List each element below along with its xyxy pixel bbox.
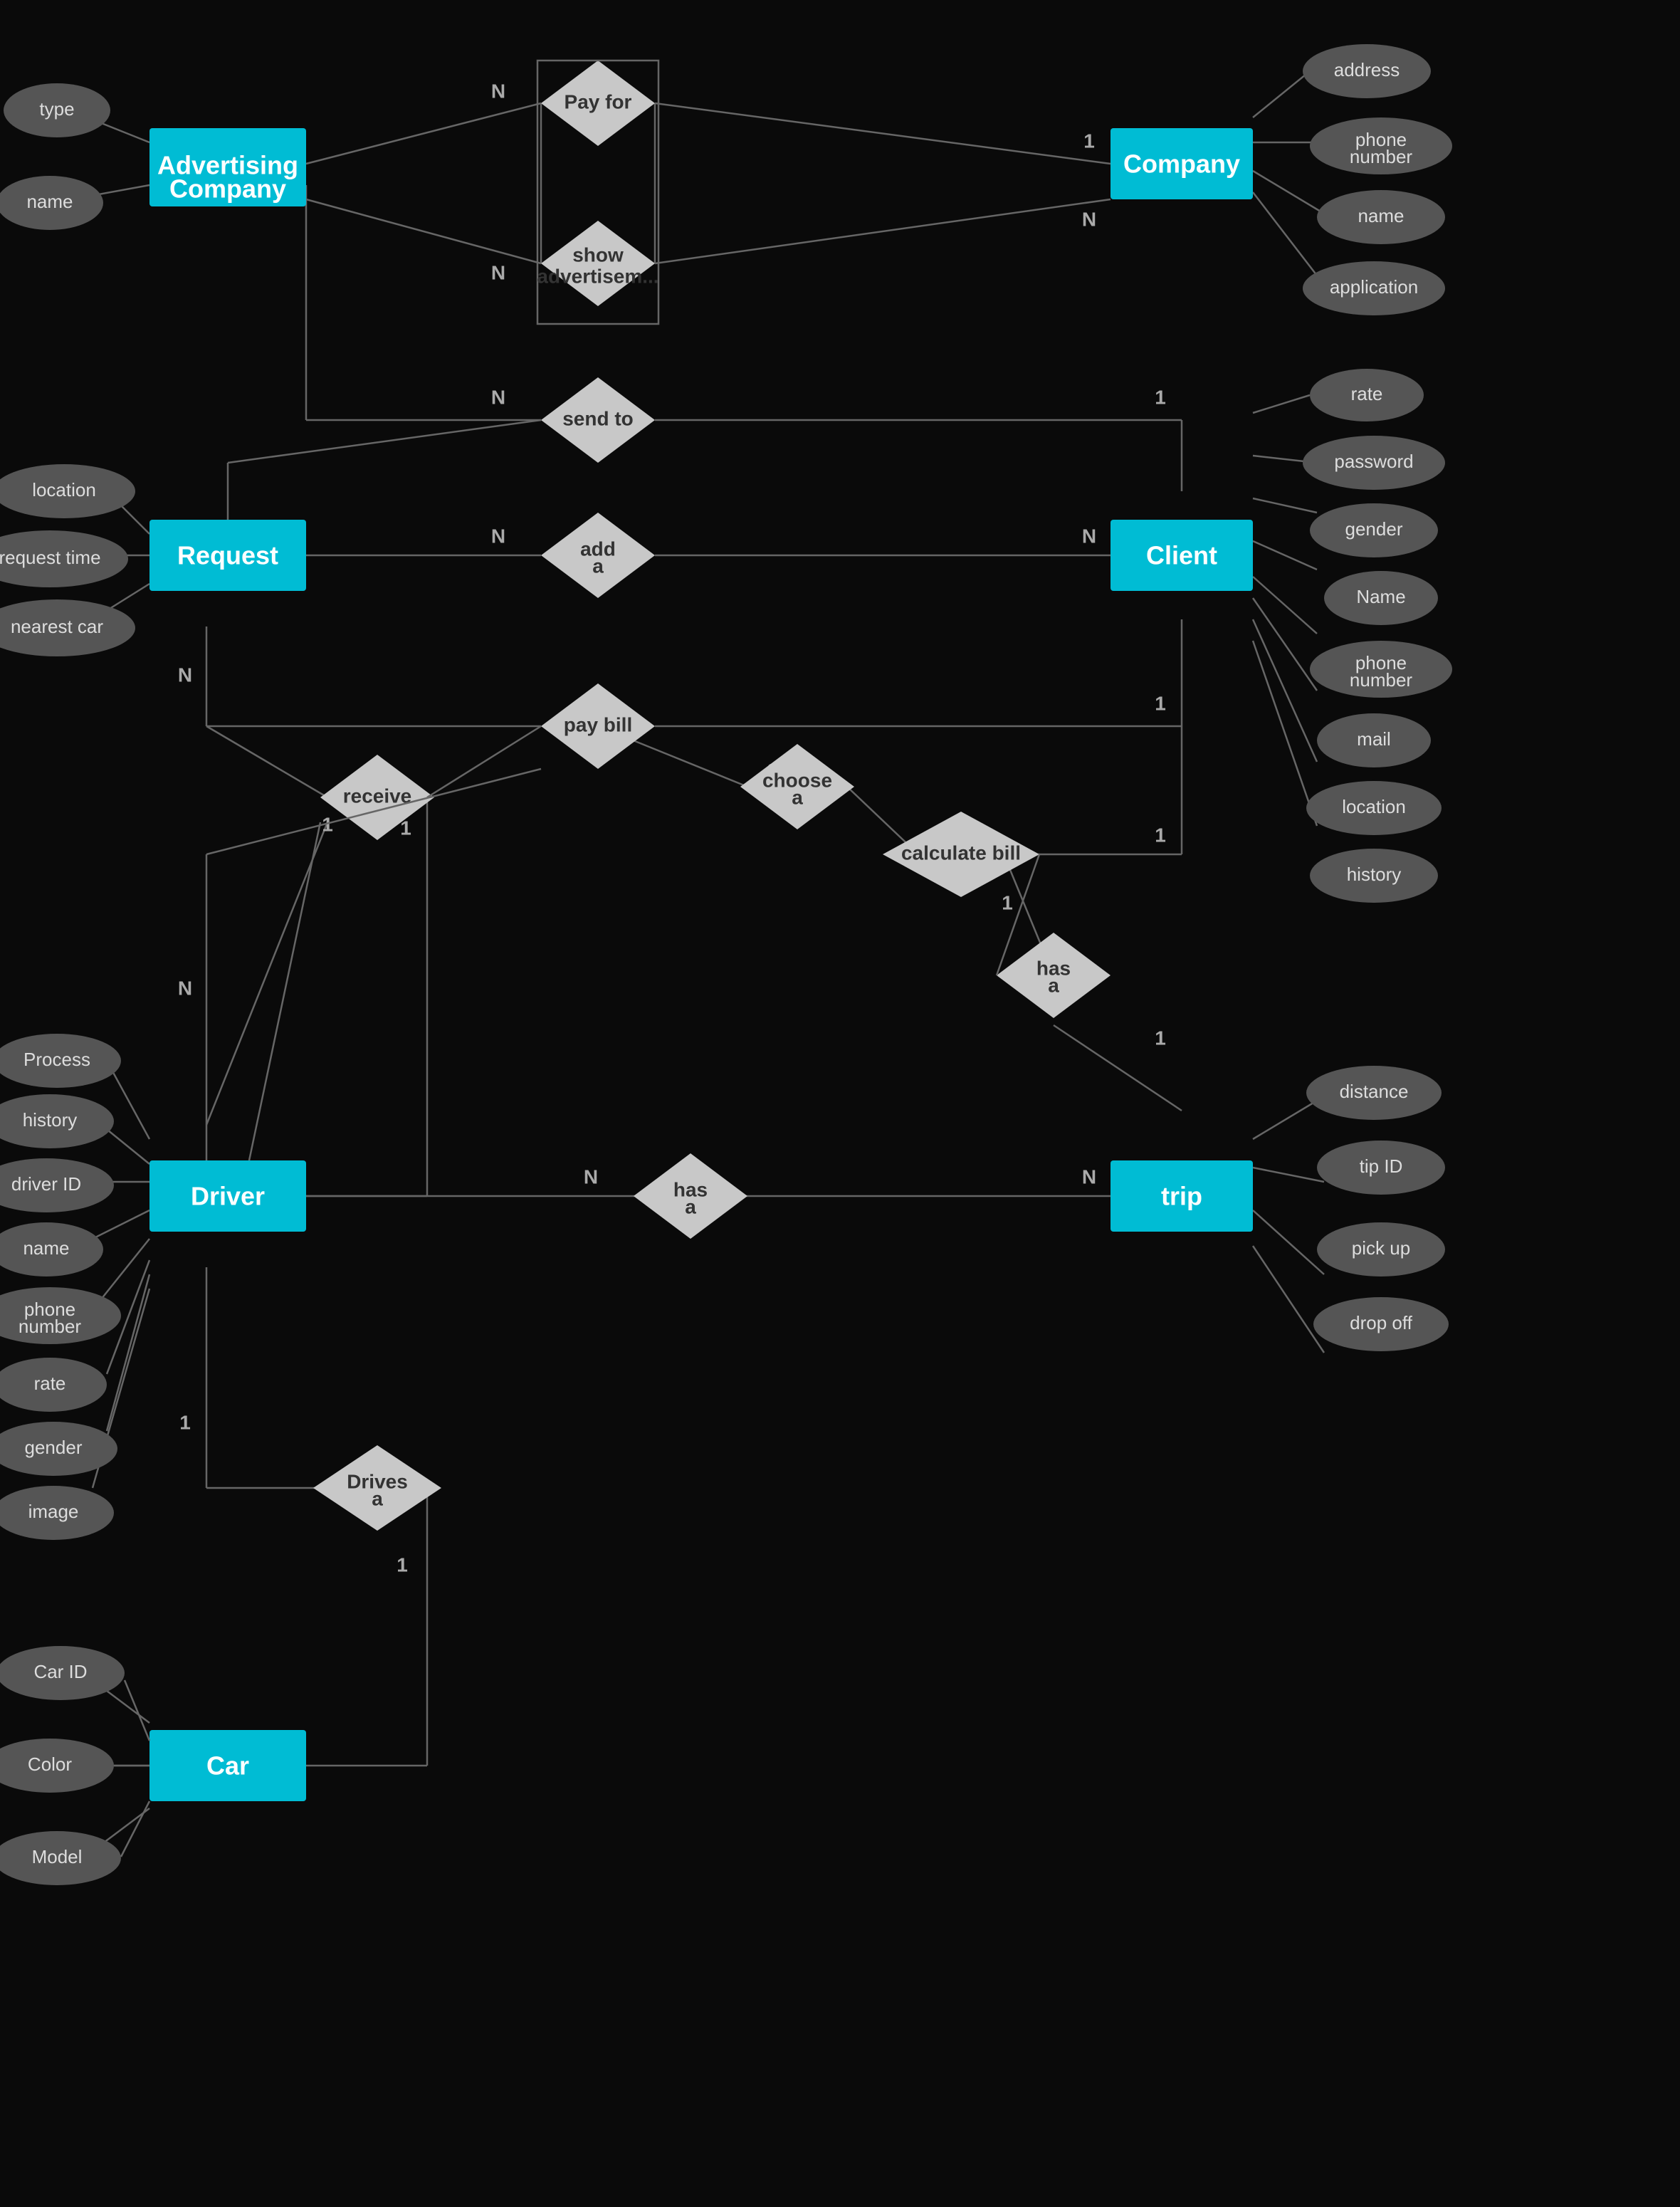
cardinality-calcbill-1: 1: [1155, 824, 1166, 846]
cardinality-paybill-n: N: [178, 664, 192, 686]
entity-client-label: Client: [1146, 541, 1217, 570]
rel-add-label2: a: [592, 555, 604, 577]
attr-client-name-label: Name: [1356, 586, 1405, 607]
attr-driver-gender-label: gender: [25, 1437, 83, 1458]
attr-trip-tip-id-label: tip ID: [1360, 1155, 1403, 1177]
cardinality-receive-n: N: [178, 977, 192, 999]
rel-calculate-bill-label: calculate bill: [901, 842, 1021, 864]
attr-driver-process-label: Process: [23, 1049, 90, 1070]
attr-company-name-label: name: [1358, 205, 1404, 226]
attr-driver-name-label: name: [23, 1237, 69, 1259]
cardinality-pay-for-1: 1: [1083, 130, 1095, 152]
entity-trip-label: trip: [1161, 1182, 1202, 1211]
rel-receive-label: receive: [343, 785, 412, 807]
entity-driver-label-real: Driver: [191, 1182, 265, 1211]
attr-company-phone-label2: number: [1350, 146, 1412, 167]
cardinality-receive-right: 1: [400, 817, 411, 839]
cardinality-show-n2: N: [1082, 208, 1096, 230]
attr-adv-type-label: type: [39, 98, 74, 120]
attr-company-application-label: application: [1330, 276, 1418, 298]
cardinality-send-n: N: [491, 386, 505, 408]
attr-company-address-label: address: [1334, 59, 1400, 80]
cardinality-show-n: N: [491, 261, 505, 283]
cardinality-drives-1: 1: [179, 1411, 191, 1433]
attr-request-nearest-car-label: nearest car: [11, 616, 103, 637]
attr-car-model-label: Model: [32, 1846, 83, 1867]
entity-request-label: Request: [177, 541, 278, 570]
cardinality-add-n: N: [491, 525, 505, 547]
cardinality-drives-1b: 1: [397, 1553, 408, 1576]
attr-trip-distance-label: distance: [1340, 1081, 1409, 1102]
cardinality-paybill-1: 1: [1155, 692, 1166, 714]
attr-client-rate-label: rate: [1351, 383, 1383, 404]
cardinality-hasa2-n: N: [584, 1165, 598, 1188]
attr-driver-image-label: image: [28, 1501, 79, 1522]
entity-advertising-company-label2: Company: [169, 174, 286, 204]
attr-car-id-label: Car ID: [33, 1661, 87, 1682]
cardinality-hasa1-top: 1: [1002, 891, 1013, 913]
rel-drives-label2: a: [372, 1487, 383, 1509]
attr-driver-id-label: driver ID: [11, 1173, 81, 1195]
entity-car-label: Car: [206, 1751, 249, 1781]
rel-pay-for-label: Pay for: [565, 90, 632, 112]
rel-pay-bill-label: pay bill: [564, 713, 632, 735]
attr-driver-rate-label: rate: [34, 1373, 66, 1394]
cardinality-pay-for-n: N: [491, 80, 505, 102]
rel-has-a1-label2: a: [1048, 974, 1059, 996]
entity-company-label: Company: [1123, 150, 1240, 179]
rel-has-a2-label2: a: [685, 1195, 696, 1217]
er-diagram: N 1 N N N 1 N N N 1 a 1 1 N 1 N N 1 1 Ad…: [0, 0, 1680, 2207]
attr-client-location-label: location: [1342, 796, 1406, 817]
attr-client-phone-label2: number: [1350, 669, 1412, 691]
attr-client-gender-label: gender: [1345, 518, 1403, 540]
rel-choose-label2: a: [792, 786, 803, 808]
cardinality-hasa2-n2: N: [1082, 1165, 1096, 1188]
attr-car-color-label: Color: [28, 1753, 72, 1775]
attr-trip-pick-up-label: pick up: [1352, 1237, 1410, 1259]
rel-show-ad-label2: advertisem...: [537, 265, 658, 287]
cardinality-hasa1-1: 1: [1155, 1027, 1166, 1049]
attr-driver-phone-label2: number: [19, 1316, 81, 1337]
attr-request-location-label: location: [32, 479, 96, 500]
cardinality-add-n2: N: [1082, 525, 1096, 547]
rel-send-to-label: send to: [562, 407, 634, 429]
attr-driver-history-label: history: [23, 1109, 78, 1131]
attr-adv-name-label: name: [26, 191, 73, 212]
rel-show-ad-label1: show: [572, 243, 624, 266]
attr-client-mail-label: mail: [1357, 728, 1391, 750]
attr-client-password-label: password: [1334, 451, 1413, 472]
cardinality-send-1: 1: [1155, 386, 1166, 408]
attr-trip-drop-off-label: drop off: [1350, 1312, 1412, 1333]
attr-request-time-label: request time: [0, 547, 101, 568]
attr-client-history-label: history: [1347, 864, 1402, 885]
